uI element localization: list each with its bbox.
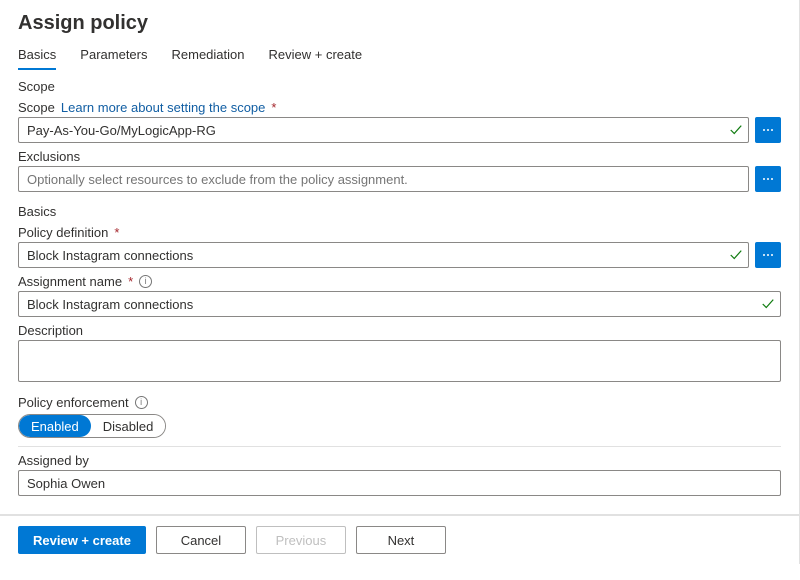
cancel-button[interactable]: Cancel (156, 526, 246, 554)
review-create-button[interactable]: Review + create (18, 526, 146, 554)
policy-enforcement-label: Policy enforcement (18, 395, 129, 410)
policy-definition-label: Policy definition (18, 225, 108, 240)
required-marker: * (114, 225, 119, 240)
tab-remediation[interactable]: Remediation (172, 43, 245, 70)
exclusions-label-row: Exclusions (18, 149, 781, 164)
policy-definition-input-wrap (18, 242, 749, 268)
info-icon[interactable]: i (139, 275, 152, 288)
exclusions-field-row (18, 166, 781, 192)
policy-definition-label-row: Policy definition * (18, 225, 781, 240)
required-marker: * (271, 100, 276, 115)
footer-bar: Review + create Cancel Previous Next (0, 515, 800, 564)
scope-picker-button[interactable] (755, 117, 781, 143)
assignment-name-label: Assignment name (18, 274, 122, 289)
assigned-by-input[interactable] (18, 470, 781, 496)
policy-definition-input[interactable] (18, 242, 749, 268)
info-icon[interactable]: i (135, 396, 148, 409)
scope-input-wrap (18, 117, 749, 143)
description-label: Description (18, 323, 83, 338)
enforcement-disabled-option[interactable]: Disabled (91, 415, 166, 437)
scope-label-row: Scope Learn more about setting the scope… (18, 100, 781, 115)
description-input[interactable] (18, 340, 781, 382)
scope-learn-more-link[interactable]: Learn more about setting the scope (61, 100, 266, 115)
scope-input[interactable] (18, 117, 749, 143)
basics-section-heading: Basics (18, 204, 781, 219)
assigned-by-label-row: Assigned by (18, 453, 781, 468)
previous-button: Previous (256, 526, 346, 554)
exclusions-input-wrap (18, 166, 749, 192)
policy-definition-row (18, 242, 781, 268)
enforcement-enabled-option[interactable]: Enabled (19, 415, 91, 437)
assignment-name-label-row: Assignment name * i (18, 274, 781, 289)
divider (18, 446, 781, 447)
tab-basics[interactable]: Basics (18, 43, 56, 70)
assignment-name-row (18, 291, 781, 317)
assignment-name-input-wrap (18, 291, 781, 317)
next-button[interactable]: Next (356, 526, 446, 554)
tab-parameters[interactable]: Parameters (80, 43, 147, 70)
scope-label: Scope (18, 100, 55, 115)
description-label-row: Description (18, 323, 781, 338)
assignment-name-input[interactable] (18, 291, 781, 317)
tabs: Basics Parameters Remediation Review + c… (18, 43, 781, 71)
exclusions-label: Exclusions (18, 149, 80, 164)
assigned-by-input-wrap (18, 470, 781, 496)
policy-enforcement-label-row: Policy enforcement i (18, 395, 781, 410)
required-marker: * (128, 274, 133, 289)
scope-field-row (18, 117, 781, 143)
assigned-by-label: Assigned by (18, 453, 89, 468)
exclusions-input[interactable] (18, 166, 749, 192)
assign-policy-panel: Assign policy Basics Parameters Remediat… (0, 0, 800, 515)
policy-definition-picker-button[interactable] (755, 242, 781, 268)
page-title: Assign policy (18, 12, 781, 35)
exclusions-picker-button[interactable] (755, 166, 781, 192)
tab-review-create[interactable]: Review + create (269, 43, 363, 70)
policy-enforcement-toggle[interactable]: Enabled Disabled (18, 414, 166, 438)
scope-section-heading: Scope (18, 79, 781, 94)
assigned-by-row (18, 470, 781, 496)
